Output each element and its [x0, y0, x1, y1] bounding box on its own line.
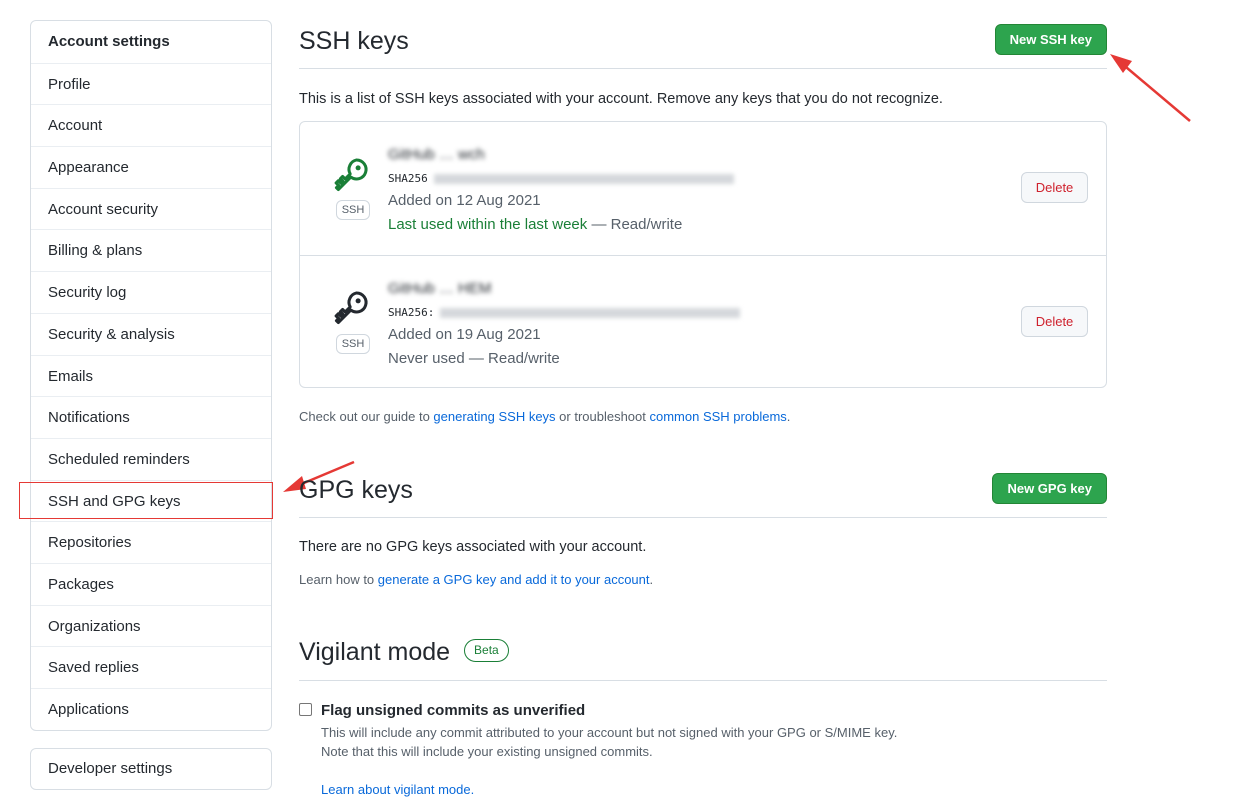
gpg-section-header: GPG keys New GPG key	[299, 470, 1107, 518]
beta-badge: Beta	[464, 638, 509, 662]
key-fingerprint: SHA256:	[388, 306, 741, 319]
ssh-key-row: SSH GitHub … HEM SHA256: Added on 19 Aug…	[300, 255, 1106, 388]
sidebar-item-organizations[interactable]: Organizations	[31, 604, 271, 647]
key-icon-shape	[334, 158, 368, 192]
sidebar-item-notifications[interactable]: Notifications	[31, 396, 271, 438]
gpg-empty-text: There are no GPG keys associated with yo…	[299, 539, 647, 555]
sidebar-item-developer-settings[interactable]: Developer settings	[31, 749, 271, 789]
key-fingerprint: SHA256	[388, 172, 734, 185]
ssh-badge: SSH	[336, 334, 370, 354]
sidebar-item-account-security[interactable]: Account security	[31, 187, 271, 230]
sidebar-item-emails[interactable]: Emails	[31, 354, 271, 397]
annotation-arrow-new-ssh	[1110, 54, 1191, 122]
key-last-used: Never used	[388, 350, 465, 367]
sidebar-item-scheduled-reminders[interactable]: Scheduled reminders	[31, 437, 271, 480]
vigilant-note-1: This will include any commit attributed …	[321, 725, 898, 740]
common-ssh-problems-link[interactable]: common SSH problems	[650, 409, 787, 424]
key-added-date: Added on 12 Aug 2021	[388, 192, 541, 209]
delete-key-button[interactable]: Delete	[1021, 306, 1088, 337]
key-title: GitHub … HEM	[388, 280, 492, 297]
gpg-learn-text: Learn how to generate a GPG key and add …	[299, 572, 654, 587]
sidebar-item-saved-replies[interactable]: Saved replies	[31, 646, 271, 688]
key-icon-shape	[334, 291, 368, 325]
flag-unsigned-commits-checkbox[interactable]	[299, 703, 312, 716]
developer-settings-menu: Developer settings	[30, 748, 272, 790]
sidebar-item-packages[interactable]: Packages	[31, 562, 271, 605]
sidebar-item-security-analysis[interactable]: Security & analysis	[31, 312, 271, 355]
ssh-key-row: SSH GitHub … wch SHA256 Added on 12 Aug …	[300, 122, 1106, 255]
sidebar-item-appearance[interactable]: Appearance	[31, 146, 271, 188]
ssh-badge: SSH	[336, 200, 370, 220]
new-gpg-key-button[interactable]: New GPG key	[992, 473, 1107, 504]
new-ssh-key-button[interactable]: New SSH key	[994, 24, 1107, 55]
delete-key-button[interactable]: Delete	[1021, 172, 1088, 203]
sidebar-item-applications[interactable]: Applications	[31, 688, 271, 730]
key-access: — Read/write	[591, 216, 683, 233]
key-added-date: Added on 19 Aug 2021	[388, 326, 541, 343]
ssh-description: This is a list of SSH keys associated wi…	[299, 91, 943, 107]
key-icon	[332, 156, 370, 199]
generating-ssh-keys-link[interactable]: generating SSH keys	[433, 409, 555, 424]
vigilant-section-header: Vigilant mode Beta	[299, 630, 1107, 681]
ssh-key-list: SSH GitHub … wch SHA256 Added on 12 Aug …	[299, 121, 1107, 388]
ssh-guide-text: Check out our guide to generating SSH ke…	[299, 409, 791, 424]
flag-unsigned-commits-label[interactable]: Flag unsigned commits as unverified	[321, 702, 585, 719]
ssh-section-title: SSH keys	[299, 27, 409, 55]
key-icon	[332, 289, 370, 332]
key-usage: Last used within the last week — Read/wr…	[388, 216, 682, 233]
sidebar-item-billing[interactable]: Billing & plans	[31, 229, 271, 271]
ssh-section-header: SSH keys New SSH key	[299, 0, 1107, 69]
vigilant-note-2: Note that this will include your existin…	[321, 744, 653, 759]
sidebar-item-security-log[interactable]: Security log	[31, 271, 271, 313]
settings-sidebar: Account settings Profile Account Appeara…	[30, 20, 272, 731]
sidebar-item-profile[interactable]: Profile	[31, 62, 271, 105]
annotation-highlight-box	[19, 482, 273, 519]
generate-gpg-key-link[interactable]: generate a GPG key and add it to your ac…	[378, 572, 650, 587]
sidebar-heading: Account settings	[48, 33, 170, 50]
key-last-used: Last used within the last week	[388, 216, 588, 233]
sidebar-item-repositories[interactable]: Repositories	[31, 521, 271, 563]
vigilant-learn: Learn about vigilant mode.	[321, 782, 474, 797]
learn-vigilant-mode-link[interactable]: Learn about vigilant mode.	[321, 782, 474, 797]
key-title: GitHub … wch	[388, 146, 485, 163]
gpg-section-title: GPG keys	[299, 476, 413, 504]
vigilant-section-title: Vigilant mode Beta	[299, 638, 509, 667]
key-access: — Read/write	[468, 350, 560, 367]
sidebar-item-account[interactable]: Account	[31, 104, 271, 146]
key-usage: Never used — Read/write	[388, 350, 560, 367]
